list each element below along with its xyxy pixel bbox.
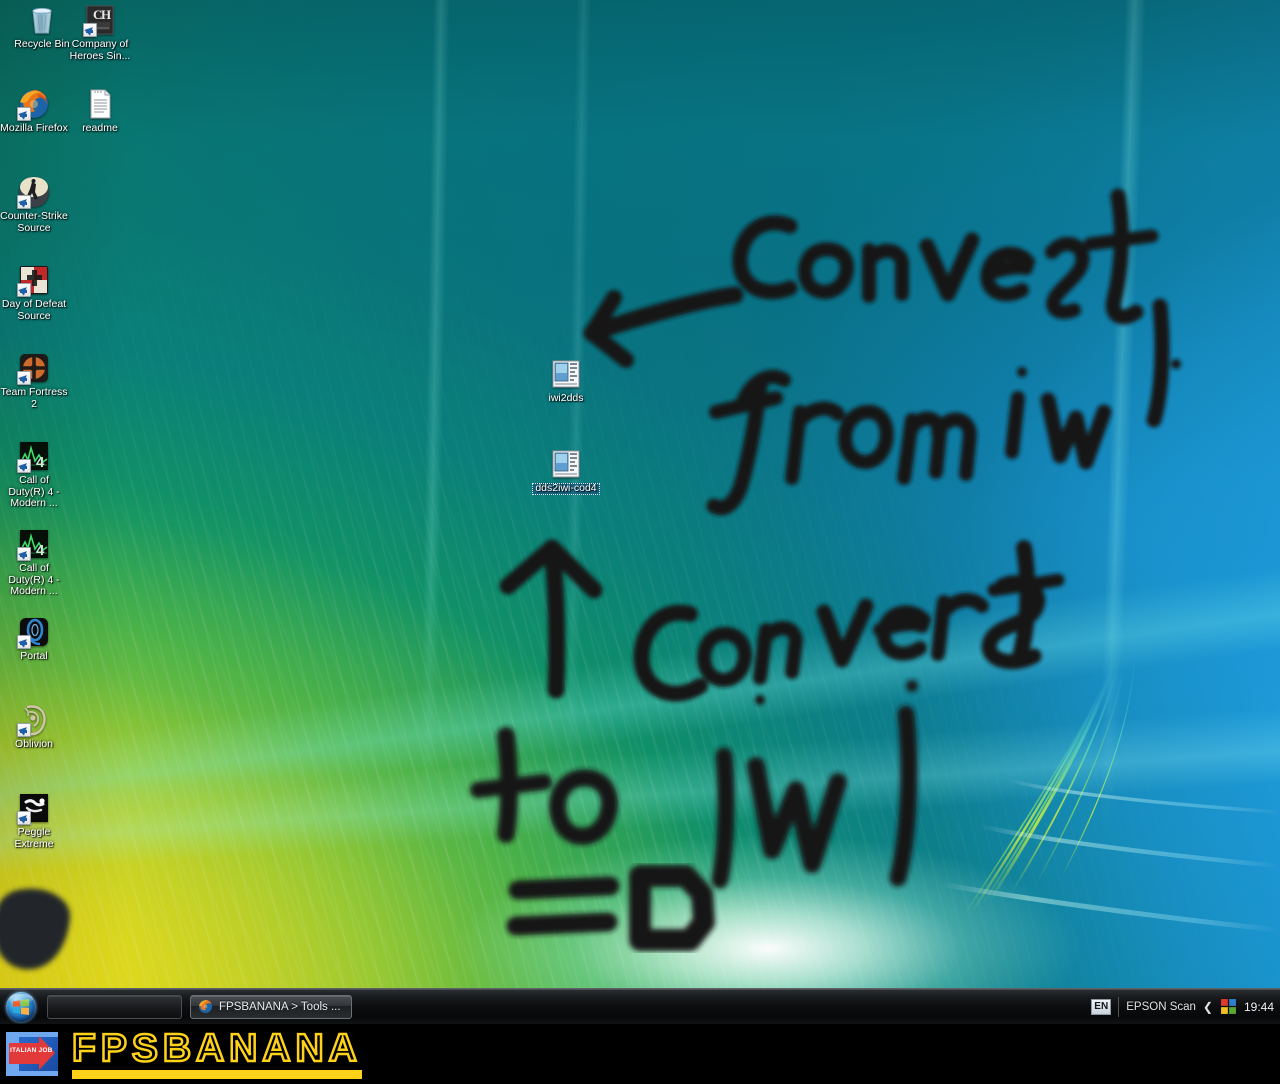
portal-icon bbox=[17, 616, 50, 649]
svg-text:4: 4 bbox=[36, 454, 45, 471]
desktop-icon-day-of-defeat-source[interactable]: Day of Defeat Source bbox=[0, 264, 68, 322]
taskbar-clock[interactable]: 19:44 bbox=[1244, 1000, 1274, 1014]
recycle-bin-icon bbox=[26, 4, 58, 36]
firefox-icon bbox=[17, 88, 50, 121]
desktop-icon-label: iwi2dds bbox=[548, 392, 584, 404]
wallpaper-ribbon-filaments bbox=[939, 635, 1280, 933]
fpsbanana-underline-bar bbox=[72, 1069, 362, 1079]
desktop-icon-label: Oblivion bbox=[15, 738, 53, 750]
taskbar-button-label: FPSBANANA > Tools ... bbox=[219, 1000, 341, 1013]
counter-strike-source-icon bbox=[17, 176, 50, 209]
desktop-icon-label: readme bbox=[82, 122, 118, 134]
desktop-icon-peggle-extreme[interactable]: Peggle Extreme bbox=[0, 792, 68, 850]
shortcut-overlay-icon bbox=[17, 107, 31, 121]
desktop-icon-label: Counter-Strike Source bbox=[0, 210, 68, 234]
windows-security-icon[interactable] bbox=[1220, 998, 1237, 1015]
oblivion-icon bbox=[17, 704, 50, 737]
desktop-icon-label-selected: dds2iwi-cod4 bbox=[532, 482, 600, 495]
desktop-icon-oblivion[interactable]: Oblivion bbox=[0, 704, 68, 751]
call-of-duty-4-icon: 4 bbox=[17, 528, 50, 561]
start-button[interactable] bbox=[1, 991, 41, 1023]
language-indicator[interactable]: EN bbox=[1091, 998, 1112, 1015]
shortcut-overlay-icon bbox=[17, 283, 31, 297]
desktop-icon-call-of-duty-4-b[interactable]: 4 Call of Duty(R) 4 - Modern ... bbox=[0, 528, 68, 598]
shortcut-overlay-icon bbox=[17, 635, 31, 649]
italian-job-logo-icon: ITALIAN JOB bbox=[6, 1032, 58, 1076]
desktop-icon-portal[interactable]: Portal bbox=[0, 616, 68, 663]
desktop-icon-readme[interactable]: readme bbox=[66, 88, 134, 135]
batch-file-icon bbox=[550, 448, 582, 480]
firefox-icon bbox=[198, 999, 213, 1014]
desktop-icon-iwi2dds[interactable]: iwi2dds bbox=[532, 358, 600, 405]
company-of-heroes-icon: C H bbox=[83, 4, 116, 37]
desktop-icon-label: Company of Heroes Sin... bbox=[69, 38, 131, 62]
shortcut-overlay-icon bbox=[17, 547, 31, 561]
team-fortress-2-icon bbox=[17, 352, 50, 385]
desktop-icon-label: Portal bbox=[20, 650, 48, 662]
batch-file-icon bbox=[550, 358, 582, 390]
svg-text:H: H bbox=[101, 7, 111, 22]
tray-divider bbox=[1118, 996, 1120, 1017]
peggle-extreme-icon bbox=[17, 792, 50, 825]
desktop-icon-team-fortress-2[interactable]: Team Fortress 2 bbox=[0, 352, 68, 410]
shortcut-overlay-icon bbox=[83, 23, 97, 37]
call-of-duty-4-icon: 4 bbox=[17, 440, 50, 473]
desktop-icon-mozilla-firefox[interactable]: Mozilla Firefox bbox=[0, 88, 68, 135]
desktop-icon-label: Mozilla Firefox bbox=[0, 122, 68, 134]
screen: Recycle Bin C H Company of Heroes Sin... bbox=[0, 0, 1280, 1084]
svg-text:4: 4 bbox=[36, 542, 45, 559]
shortcut-overlay-icon bbox=[17, 459, 31, 473]
desktop-icon-call-of-duty-4-a[interactable]: 4 Call of Duty(R) 4 - Modern ... bbox=[0, 440, 68, 510]
chevron-left-icon[interactable]: ❮ bbox=[1203, 1000, 1213, 1014]
fpsbanana-wordmark: FPSBANANA bbox=[71, 1026, 362, 1079]
shortcut-overlay-icon bbox=[17, 195, 31, 209]
italian-job-logo-text: ITALIAN JOB bbox=[10, 1047, 53, 1054]
shortcut-overlay-icon bbox=[17, 811, 31, 825]
text-document-icon bbox=[84, 88, 116, 120]
desktop-icon-dds2iwi-cod4[interactable]: dds2iwi-cod4 bbox=[532, 448, 600, 495]
desktop-icon-label: Call of Duty(R) 4 - Modern ... bbox=[8, 562, 60, 597]
desktop-icon-company-of-heroes[interactable]: C H Company of Heroes Sin... bbox=[66, 4, 134, 62]
day-of-defeat-source-icon bbox=[17, 264, 50, 297]
shortcut-overlay-icon bbox=[17, 723, 31, 737]
desktop-icon-label: Day of Defeat Source bbox=[1, 298, 67, 322]
quick-launch-bar[interactable] bbox=[47, 994, 182, 1019]
desktop-surface[interactable]: Recycle Bin C H Company of Heroes Sin... bbox=[0, 0, 1280, 988]
tray-item-epson-scan[interactable]: EPSON Scan bbox=[1126, 1001, 1196, 1013]
desktop-icon-label: Peggle Extreme bbox=[14, 826, 54, 850]
task-button-list: FPSBANANA > Tools ... bbox=[190, 994, 352, 1019]
taskbar-button-firefox[interactable]: FPSBANANA > Tools ... bbox=[190, 994, 352, 1019]
shortcut-overlay-icon bbox=[17, 371, 31, 385]
desktop-icon-label: Call of Duty(R) 4 - Modern ... bbox=[8, 474, 60, 509]
taskbar: FPSBANANA > Tools ... EN EPSON Scan ❮ 19… bbox=[0, 988, 1280, 1024]
desktop-icon-label: Team Fortress 2 bbox=[0, 386, 68, 410]
desktop-icon-counter-strike-source[interactable]: Counter-Strike Source bbox=[0, 176, 68, 234]
fpsbanana-watermark-bar: ITALIAN JOB FPSBANANA bbox=[0, 1024, 1280, 1084]
fpsbanana-wordmark-text: FPSBANANA bbox=[71, 1026, 362, 1070]
windows-logo-icon bbox=[6, 991, 36, 1022]
system-tray: EN EPSON Scan ❮ 19:44 bbox=[1091, 989, 1280, 1025]
